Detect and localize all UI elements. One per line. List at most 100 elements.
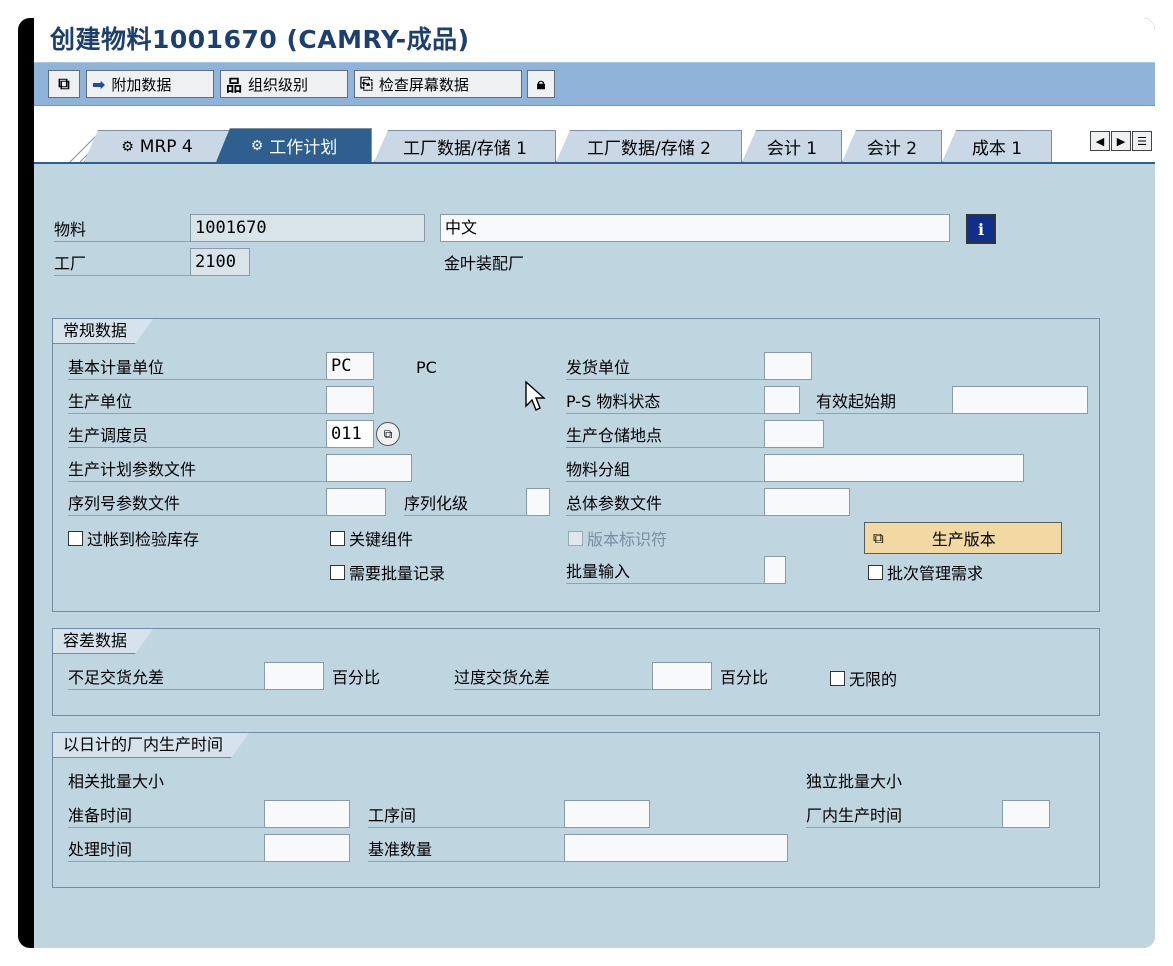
interoperation-field[interactable] bbox=[564, 800, 650, 828]
production-profile-label: 生产计划参数文件 bbox=[68, 458, 326, 482]
tab-content-panel: 物料 1001670 中文 i 工厂 2100 金叶装配厂 常规数据 基本计量单… bbox=[34, 162, 1155, 948]
tab-costing-1-label: 成本 1 bbox=[971, 139, 1023, 159]
production-storage-location-label: 生产仓储地点 bbox=[566, 424, 764, 448]
serialization-level-label: 序列化级 bbox=[404, 492, 526, 516]
processing-time-label: 处理时间 bbox=[68, 838, 264, 862]
base-uom-field[interactable]: PC bbox=[326, 352, 374, 380]
version-indicator-label: 版本标识符 bbox=[587, 530, 668, 549]
version-indicator-checkbox: 版本标识符 bbox=[568, 526, 667, 550]
issue-unit-label: 发货单位 bbox=[566, 356, 764, 380]
tab-scroll-right-button[interactable]: ▶ bbox=[1111, 131, 1131, 151]
tab-mrp4[interactable]: ⚙ MRP 4 bbox=[84, 130, 230, 162]
production-profile-field[interactable] bbox=[326, 454, 412, 482]
tab-list-button[interactable]: ☰ bbox=[1132, 131, 1152, 151]
copy-screen-icon: ⧉ bbox=[58, 74, 70, 93]
valid-from-field[interactable] bbox=[952, 386, 1088, 414]
mouse-cursor-icon bbox=[525, 380, 546, 411]
overdelivery-tolerance-field[interactable] bbox=[652, 662, 712, 690]
processing-time-field[interactable] bbox=[264, 834, 350, 862]
plant-label: 工厂 bbox=[54, 252, 190, 276]
tab-plant-storage-1[interactable]: 工厂数据/存储 1 bbox=[374, 130, 556, 162]
inhouse-production-time-label: 厂内生产时间 bbox=[806, 804, 1002, 828]
interoperation-label: 工序间 bbox=[368, 804, 564, 828]
scheduler-search-help-button[interactable]: ⧉ bbox=[376, 422, 400, 446]
org-levels-button[interactable]: 品 组织级别 bbox=[220, 70, 348, 98]
production-scheduler-label: 生产调度员 bbox=[68, 424, 326, 448]
window-title: 创建物料1001670 (CAMRY-成品) bbox=[50, 25, 470, 54]
production-storage-location-field[interactable] bbox=[764, 420, 824, 448]
checkbox-box bbox=[68, 530, 83, 546]
ps-material-status-label: P-S 物料状态 bbox=[566, 390, 764, 414]
overdelivery-percent-text: 百分比 bbox=[720, 668, 769, 687]
lock-icon: 🔒︎ bbox=[536, 74, 546, 93]
base-uom-label: 基本计量单位 bbox=[68, 356, 326, 380]
info-icon: i bbox=[977, 219, 985, 239]
plant-field: 2100 bbox=[190, 248, 250, 276]
check-screen-data-button[interactable]: ⎘ 检查屏幕数据 bbox=[354, 70, 522, 98]
tab-scroll-left-button[interactable]: ◀ bbox=[1090, 131, 1110, 151]
checkbox-box bbox=[868, 564, 883, 580]
overdelivery-tolerance-label: 过度交货允差 bbox=[454, 666, 652, 690]
production-unit-label: 生产单位 bbox=[68, 390, 326, 414]
serial-profile-label: 序列号参数文件 bbox=[68, 492, 326, 516]
additional-data-button[interactable]: ➡ 附加数据 bbox=[86, 70, 214, 98]
serial-profile-field[interactable] bbox=[326, 488, 386, 516]
unlimited-checkbox[interactable]: 无限的 bbox=[830, 666, 897, 690]
critical-component-label: 关键组件 bbox=[349, 530, 414, 549]
underdelivery-tolerance-label: 不足交货允差 bbox=[68, 666, 264, 690]
tab-work-scheduling-label: 工作计划 bbox=[269, 138, 338, 158]
lot-size-dependent-label: 相关批量大小 bbox=[68, 772, 165, 791]
tab-work-scheduling[interactable]: ⚙ 工作计划 bbox=[216, 128, 372, 162]
inhouse-production-time-field[interactable] bbox=[1002, 800, 1050, 828]
tab-mrp4-label: MRP 4 bbox=[139, 136, 193, 157]
material-label: 物料 bbox=[54, 218, 190, 242]
batch-management-label: 批次管理需求 bbox=[887, 564, 984, 583]
checkbox-box bbox=[330, 530, 345, 546]
triangle-right-icon: ▶ bbox=[1116, 134, 1126, 148]
underdelivery-tolerance-field[interactable] bbox=[264, 662, 324, 690]
overall-profile-field[interactable] bbox=[764, 488, 850, 516]
base-quantity-field[interactable] bbox=[564, 834, 788, 862]
production-versions-button[interactable]: ⧉ 生产版本 bbox=[864, 522, 1062, 554]
serialization-level-field[interactable] bbox=[526, 488, 550, 516]
material-group-field[interactable] bbox=[764, 454, 1024, 482]
tab-accounting-2-label: 会计 2 bbox=[866, 139, 918, 159]
ps-material-status-field[interactable] bbox=[764, 386, 800, 414]
tab-accounting-2[interactable]: 会计 2 bbox=[842, 130, 942, 162]
setup-time-label: 准备时间 bbox=[68, 804, 264, 828]
production-scheduler-field[interactable]: 011 bbox=[326, 420, 374, 448]
check-data-icon: ⎘ bbox=[360, 74, 373, 93]
tab-plant-storage-1-label: 工厂数据/存储 1 bbox=[403, 139, 527, 159]
tab-accounting-1-label: 会计 1 bbox=[766, 139, 818, 159]
info-button[interactable]: i bbox=[966, 214, 996, 244]
tab-accounting-1[interactable]: 会计 1 bbox=[742, 130, 842, 162]
search-help-icon: ⧉ bbox=[383, 426, 393, 441]
plant-name-text: 金叶装配厂 bbox=[444, 254, 525, 273]
batch-entry-field[interactable] bbox=[764, 556, 786, 584]
issue-unit-field[interactable] bbox=[764, 352, 812, 380]
underdelivery-percent-text: 百分比 bbox=[332, 668, 381, 687]
batch-management-checkbox[interactable]: 批次管理需求 bbox=[868, 560, 983, 584]
batch-record-required-checkbox[interactable]: 需要批量记录 bbox=[330, 560, 445, 584]
production-version-icon: ⧉ bbox=[873, 529, 884, 547]
post-to-inspection-label: 过帐到检验库存 bbox=[87, 530, 200, 549]
material-description-field[interactable]: 中文 bbox=[440, 214, 950, 242]
tab-object-icon: ⚙ bbox=[121, 138, 134, 155]
checkbox-box bbox=[830, 670, 845, 686]
tolerance-data-title: 容差数据 bbox=[53, 629, 153, 654]
tab-costing-1[interactable]: 成本 1 bbox=[942, 130, 1052, 162]
triangle-left-icon: ◀ bbox=[1095, 134, 1105, 148]
tab-list-icon: ☰ bbox=[1137, 134, 1147, 148]
lock-button[interactable]: 🔒︎ bbox=[527, 70, 555, 98]
additional-data-label: 附加数据 bbox=[111, 75, 172, 94]
checkbox-box bbox=[330, 564, 345, 580]
other-material-button[interactable]: ⧉ bbox=[48, 70, 80, 98]
window-content: 创建物料1001670 (CAMRY-成品) ⧉ ➡ 附加数据 品 组织级别 ⎘… bbox=[34, 18, 1155, 948]
post-to-inspection-checkbox[interactable]: 过帐到检验库存 bbox=[68, 526, 199, 550]
batch-record-required-label: 需要批量记录 bbox=[349, 564, 446, 583]
production-unit-field[interactable] bbox=[326, 386, 374, 414]
critical-component-checkbox[interactable]: 关键组件 bbox=[330, 526, 413, 550]
arrow-right-icon: ➡ bbox=[92, 74, 106, 94]
setup-time-field[interactable] bbox=[264, 800, 350, 828]
tab-plant-storage-2[interactable]: 工厂数据/存储 2 bbox=[556, 130, 742, 162]
